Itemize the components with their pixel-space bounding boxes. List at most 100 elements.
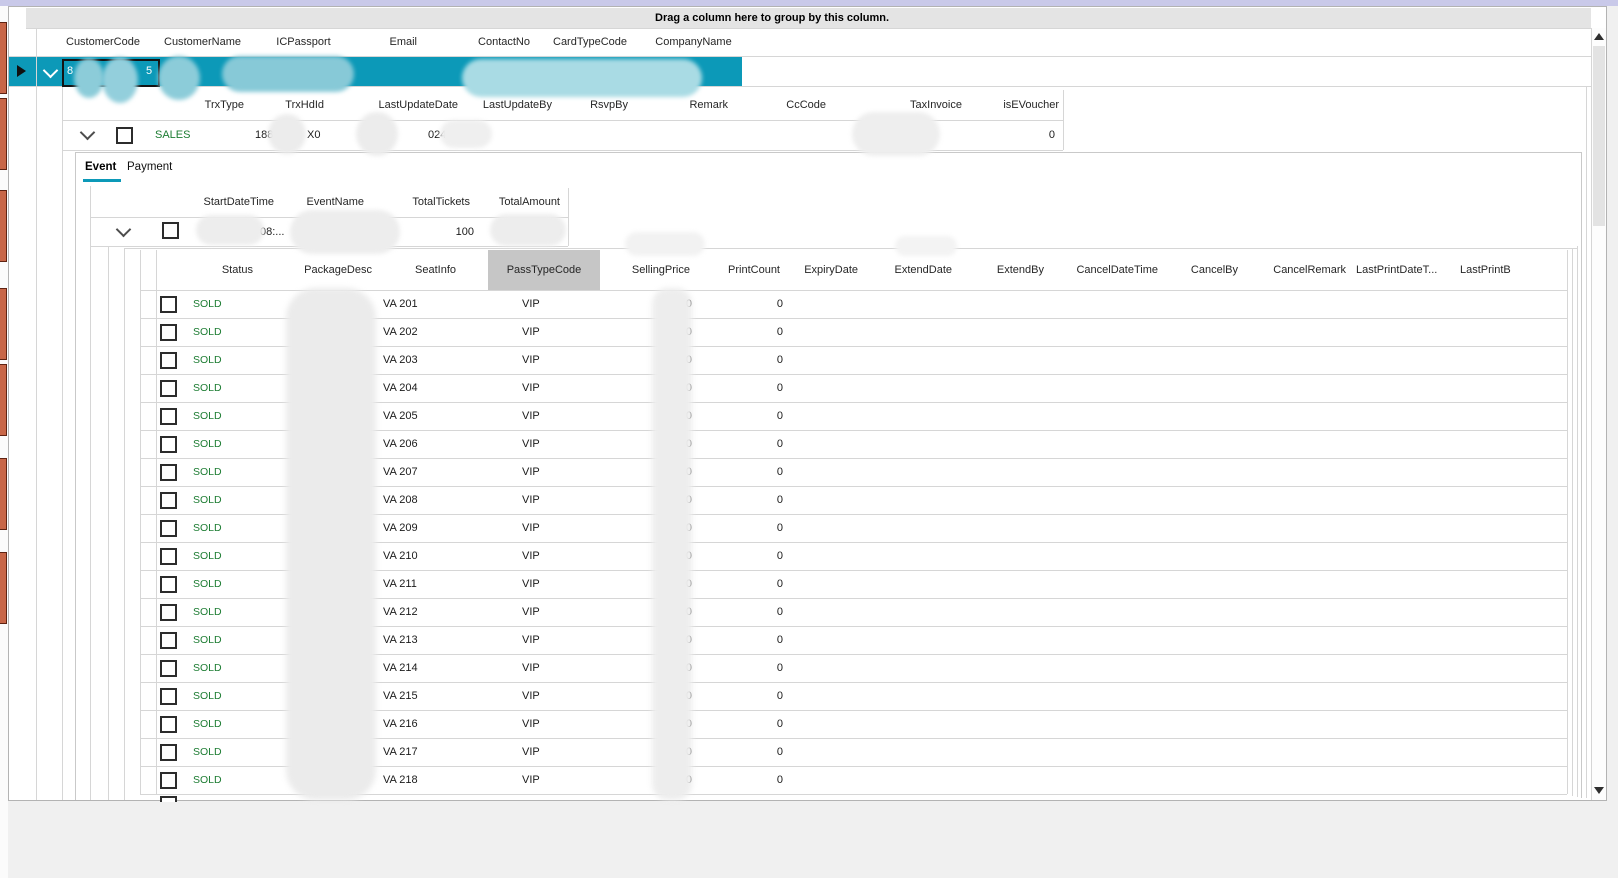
column-header-extenddate[interactable]: ExtendDate — [866, 250, 960, 290]
column-header-seatinfo[interactable]: SeatInfo — [376, 250, 488, 290]
column-header-extendby[interactable]: ExtendBy — [960, 250, 1052, 290]
ticket-printcount-cell[interactable]: 0 — [700, 494, 783, 506]
row-checkbox[interactable] — [160, 436, 177, 453]
ticket-status-cell[interactable]: SOLD — [193, 606, 222, 618]
vertical-scrollbar-thumb[interactable] — [1593, 46, 1605, 226]
ticket-seatinfo-cell[interactable]: VA 218 — [383, 774, 418, 786]
ticket-printcount-cell[interactable]: 0 — [700, 774, 783, 786]
ticket-printcount-cell[interactable]: 0 — [700, 354, 783, 366]
ticket-passtypecode-cell[interactable]: VIP — [522, 606, 540, 618]
column-header-lastprintb[interactable]: LastPrintB — [1456, 250, 1567, 290]
row-checkbox[interactable] — [160, 380, 177, 397]
trx-hdid-cell[interactable]: X0 — [307, 129, 320, 141]
column-header-expirydate[interactable]: ExpiryDate — [790, 250, 866, 290]
ticket-passtypecode-cell[interactable]: VIP — [522, 634, 540, 646]
ticket-passtypecode-cell[interactable]: VIP — [522, 354, 540, 366]
row-checkbox[interactable] — [160, 548, 177, 565]
ticket-printcount-cell[interactable]: 0 — [700, 298, 783, 310]
ticket-status-cell[interactable]: SOLD — [193, 522, 222, 534]
ticket-seatinfo-cell[interactable]: VA 204 — [383, 382, 418, 394]
column-header-email[interactable]: Email — [345, 28, 422, 56]
ticket-status-cell[interactable]: SOLD — [193, 466, 222, 478]
ticket-seatinfo-cell[interactable]: VA 210 — [383, 550, 418, 562]
column-header-printcount[interactable]: PrintCount — [700, 250, 790, 290]
column-header-passtypecode[interactable]: PassTypeCode — [488, 250, 600, 290]
ticket-status-cell[interactable]: SOLD — [193, 634, 222, 646]
is-evoucher-cell[interactable]: 0 — [968, 129, 1055, 141]
ticket-printcount-cell[interactable]: 0 — [700, 690, 783, 702]
column-header-startdatetime[interactable]: StartDateTime — [178, 188, 282, 217]
ticket-printcount-cell[interactable]: 0 — [700, 550, 783, 562]
ticket-seatinfo-cell[interactable]: VA 214 — [383, 662, 418, 674]
column-header-lastupdatedate[interactable]: LastUpdateDate — [328, 90, 462, 120]
column-header-companyname[interactable]: CompanyName — [645, 28, 742, 56]
ticket-passtypecode-cell[interactable]: VIP — [522, 494, 540, 506]
scroll-down-icon[interactable] — [1594, 787, 1604, 794]
column-header-lastprintdatet[interactable]: LastPrintDateT... — [1352, 250, 1456, 290]
ticket-printcount-cell[interactable]: 0 — [700, 466, 783, 478]
row-checkbox[interactable] — [160, 716, 177, 733]
column-header-canceldatetime[interactable]: CancelDateTime — [1052, 250, 1166, 290]
ticket-status-cell[interactable]: SOLD — [193, 410, 222, 422]
ticket-status-cell[interactable]: SOLD — [193, 774, 222, 786]
ticket-status-cell[interactable]: SOLD — [193, 690, 222, 702]
ticket-status-cell[interactable]: SOLD — [193, 578, 222, 590]
column-header-cardtypecode[interactable]: CardTypeCode — [535, 28, 645, 56]
ticket-passtypecode-cell[interactable]: VIP — [522, 578, 540, 590]
ticket-seatinfo-cell[interactable]: VA 212 — [383, 606, 418, 618]
ticket-passtypecode-cell[interactable]: VIP — [522, 690, 540, 702]
row-checkbox[interactable] — [116, 127, 133, 144]
column-header-cccode[interactable]: CcCode — [734, 90, 830, 120]
column-header-customercode[interactable]: CustomerCode — [62, 28, 160, 56]
row-checkbox[interactable] — [160, 408, 177, 425]
row-checkbox[interactable] — [160, 576, 177, 593]
column-header-sellingprice[interactable]: SellingPrice — [600, 250, 700, 290]
ticket-passtypecode-cell[interactable]: VIP — [522, 774, 540, 786]
ticket-printcount-cell[interactable]: 0 — [700, 382, 783, 394]
ticket-status-cell[interactable]: SOLD — [193, 438, 222, 450]
ticket-status-cell[interactable]: SOLD — [193, 494, 222, 506]
ticket-printcount-cell[interactable]: 0 — [700, 326, 783, 338]
row-checkbox[interactable] — [160, 352, 177, 369]
column-header-customername[interactable]: CustomerName — [160, 28, 262, 56]
ticket-printcount-cell[interactable]: 0 — [700, 522, 783, 534]
ticket-status-cell[interactable]: SOLD — [193, 550, 222, 562]
ticket-printcount-cell[interactable]: 0 — [700, 578, 783, 590]
ticket-passtypecode-cell[interactable]: VIP — [522, 410, 540, 422]
ticket-printcount-cell[interactable]: 0 — [700, 662, 783, 674]
ticket-printcount-cell[interactable]: 0 — [700, 718, 783, 730]
ticket-passtypecode-cell[interactable]: VIP — [522, 718, 540, 730]
ticket-status-cell[interactable]: SOLD — [193, 662, 222, 674]
row-checkbox[interactable] — [160, 296, 177, 313]
ticket-passtypecode-cell[interactable]: VIP — [522, 662, 540, 674]
row-checkbox[interactable] — [160, 464, 177, 481]
ticket-printcount-cell[interactable]: 0 — [700, 606, 783, 618]
column-header-icpassport[interactable]: ICPassport — [262, 28, 345, 56]
row-checkbox[interactable] — [160, 520, 177, 537]
row-checkbox[interactable] — [160, 324, 177, 341]
ticket-status-cell[interactable]: SOLD — [193, 746, 222, 758]
ticket-seatinfo-cell[interactable]: VA 203 — [383, 354, 418, 366]
ticket-seatinfo-cell[interactable]: VA 216 — [383, 718, 418, 730]
column-header-contactno[interactable]: ContactNo — [422, 28, 535, 56]
ticket-printcount-cell[interactable]: 0 — [700, 438, 783, 450]
ticket-seatinfo-cell[interactable]: VA 211 — [383, 578, 417, 590]
row-checkbox[interactable] — [160, 632, 177, 649]
ticket-seatinfo-cell[interactable]: VA 201 — [383, 298, 418, 310]
row-checkbox[interactable] — [160, 492, 177, 509]
ticket-status-cell[interactable]: SOLD — [193, 298, 222, 310]
ticket-passtypecode-cell[interactable]: VIP — [522, 466, 540, 478]
ticket-status-cell[interactable]: SOLD — [193, 382, 222, 394]
row-checkbox[interactable] — [160, 688, 177, 705]
ticket-status-cell[interactable]: SOLD — [193, 718, 222, 730]
ticket-seatinfo-cell[interactable]: VA 205 — [383, 410, 418, 422]
row-checkbox[interactable] — [160, 660, 177, 677]
ticket-status-cell[interactable]: SOLD — [193, 354, 222, 366]
trx-type-cell[interactable]: SALES — [155, 129, 190, 141]
column-header-totalamount[interactable]: TotalAmount — [478, 188, 568, 217]
ticket-seatinfo-cell[interactable]: VA 206 — [383, 438, 418, 450]
ticket-seatinfo-cell[interactable]: VA 207 — [383, 466, 418, 478]
row-checkbox[interactable] — [160, 604, 177, 621]
ticket-passtypecode-cell[interactable]: VIP — [522, 438, 540, 450]
ticket-printcount-cell[interactable]: 0 — [700, 634, 783, 646]
